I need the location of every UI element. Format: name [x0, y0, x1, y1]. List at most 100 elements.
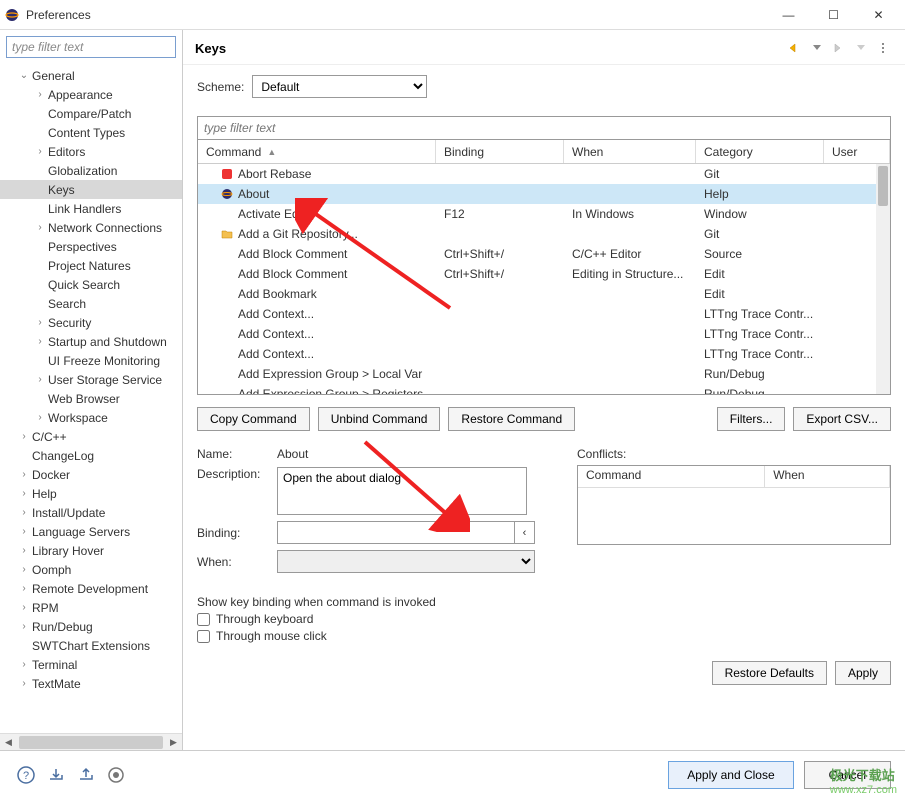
- tree-item[interactable]: ›Network Connections: [0, 218, 182, 237]
- tree-item[interactable]: ›Language Servers: [0, 522, 182, 541]
- tree-item[interactable]: ›Install/Update: [0, 503, 182, 522]
- record-icon[interactable]: [104, 763, 128, 787]
- sidebar-filter-input[interactable]: type filter text: [6, 36, 176, 58]
- back-dropdown-icon[interactable]: [807, 40, 827, 56]
- scroll-thumb[interactable]: [19, 736, 163, 749]
- tree-item[interactable]: ›Help: [0, 484, 182, 503]
- tree-item[interactable]: ·Globalization: [0, 161, 182, 180]
- column-when[interactable]: When: [564, 140, 696, 163]
- svg-text:?: ?: [23, 770, 29, 782]
- tree-item[interactable]: ›RPM: [0, 598, 182, 617]
- through-mouse-label: Through mouse click: [216, 629, 327, 643]
- export-icon[interactable]: [74, 763, 98, 787]
- tree-item[interactable]: ›Editors: [0, 142, 182, 161]
- tree-item[interactable]: ·Compare/Patch: [0, 104, 182, 123]
- filters-button[interactable]: Filters...: [717, 407, 786, 431]
- apply-button[interactable]: Apply: [835, 661, 891, 685]
- table-body[interactable]: Abort RebaseGitAboutHelpActivate EditorF…: [198, 164, 890, 394]
- column-user[interactable]: User: [824, 140, 890, 163]
- table-row[interactable]: Abort RebaseGit: [198, 164, 890, 184]
- through-keyboard-checkbox[interactable]: [197, 613, 210, 626]
- tree-item[interactable]: ›Terminal: [0, 655, 182, 674]
- table-row[interactable]: Add BookmarkEdit: [198, 284, 890, 304]
- column-category[interactable]: Category: [696, 140, 824, 163]
- dialog-footer: ? Apply and Close Cancel: [0, 750, 905, 798]
- table-row[interactable]: Add Block CommentCtrl+Shift+/Editing in …: [198, 264, 890, 284]
- table-row[interactable]: Add Context...LTTng Trace Contr...: [198, 324, 890, 344]
- cancel-button[interactable]: Cancel: [804, 761, 891, 789]
- preferences-tree[interactable]: ⌄General›Appearance·Compare/Patch·Conten…: [0, 64, 182, 733]
- tree-item[interactable]: ›Run/Debug: [0, 617, 182, 636]
- help-icon[interactable]: ?: [14, 763, 38, 787]
- tree-item[interactable]: ·Content Types: [0, 123, 182, 142]
- forward-dropdown-icon[interactable]: [851, 40, 871, 56]
- conflicts-table: Command When: [577, 465, 891, 545]
- binding-input[interactable]: [277, 521, 515, 544]
- tree-item[interactable]: ›Appearance: [0, 85, 182, 104]
- forward-icon[interactable]: [829, 40, 849, 56]
- tree-item[interactable]: ⌄General: [0, 66, 182, 85]
- tree-item[interactable]: ·Quick Search: [0, 275, 182, 294]
- export-csv-button[interactable]: Export CSV...: [793, 407, 891, 431]
- scroll-left-icon[interactable]: ◀: [0, 734, 17, 751]
- through-keyboard-label: Through keyboard: [216, 612, 313, 626]
- table-row[interactable]: Activate EditorF12In WindowsWindow: [198, 204, 890, 224]
- restore-defaults-button[interactable]: Restore Defaults: [712, 661, 827, 685]
- table-row[interactable]: Add Expression Group > RegistersRun/Debu…: [198, 384, 890, 394]
- menu-icon[interactable]: [873, 40, 893, 56]
- scheme-select[interactable]: Default: [252, 75, 427, 98]
- tree-item[interactable]: ›Remote Development: [0, 579, 182, 598]
- table-row[interactable]: Add Block CommentCtrl+Shift+/C/C++ Edito…: [198, 244, 890, 264]
- tree-item[interactable]: ›Startup and Shutdown: [0, 332, 182, 351]
- tree-item[interactable]: ·UI Freeze Monitoring: [0, 351, 182, 370]
- apply-and-close-button[interactable]: Apply and Close: [668, 761, 793, 789]
- tree-item[interactable]: ·Link Handlers: [0, 199, 182, 218]
- tree-item[interactable]: ·ChangeLog: [0, 446, 182, 465]
- copy-command-button[interactable]: Copy Command: [197, 407, 310, 431]
- tree-item[interactable]: ›Workspace: [0, 408, 182, 427]
- description-field[interactable]: [277, 467, 527, 515]
- maximize-button[interactable]: ☐: [811, 0, 856, 30]
- conflicts-label: Conflicts:: [577, 447, 891, 461]
- tree-item[interactable]: ·Keys: [0, 180, 182, 199]
- close-button[interactable]: ✕: [856, 0, 901, 30]
- column-binding[interactable]: Binding: [436, 140, 564, 163]
- sidebar: type filter text ⌄General›Appearance·Com…: [0, 30, 183, 750]
- minimize-button[interactable]: —: [766, 0, 811, 30]
- tree-item[interactable]: ›User Storage Service: [0, 370, 182, 389]
- table-filter-input[interactable]: [197, 116, 891, 140]
- when-select[interactable]: [277, 550, 535, 573]
- scroll-right-icon[interactable]: ▶: [165, 734, 182, 751]
- table-row[interactable]: AboutHelp: [198, 184, 890, 204]
- description-label: Description:: [197, 467, 277, 481]
- unbind-command-button[interactable]: Unbind Command: [318, 407, 441, 431]
- tree-item[interactable]: ·SWTChart Extensions: [0, 636, 182, 655]
- table-row[interactable]: Add a Git Repository...Git: [198, 224, 890, 244]
- back-icon[interactable]: [785, 40, 805, 56]
- table-row[interactable]: Add Context...LTTng Trace Contr...: [198, 304, 890, 324]
- page-title: Keys: [195, 41, 783, 56]
- import-icon[interactable]: [44, 763, 68, 787]
- tree-item[interactable]: ›Library Hover: [0, 541, 182, 560]
- through-mouse-checkbox[interactable]: [197, 630, 210, 643]
- tree-item[interactable]: ›Docker: [0, 465, 182, 484]
- restore-command-button[interactable]: Restore Command: [448, 407, 575, 431]
- tree-item[interactable]: ›Security: [0, 313, 182, 332]
- table-scrollbar[interactable]: [876, 164, 890, 394]
- sidebar-scrollbar[interactable]: ◀ ▶: [0, 733, 182, 750]
- binding-clear-button[interactable]: ‹: [515, 521, 535, 544]
- tree-item[interactable]: ·Perspectives: [0, 237, 182, 256]
- tree-item[interactable]: ›Oomph: [0, 560, 182, 579]
- tree-item[interactable]: ›C/C++: [0, 427, 182, 446]
- tree-item[interactable]: ·Project Natures: [0, 256, 182, 275]
- tree-item[interactable]: ›TextMate: [0, 674, 182, 693]
- conflicts-column-command[interactable]: Command: [578, 466, 765, 487]
- conflicts-column-when[interactable]: When: [765, 466, 890, 487]
- tree-item[interactable]: ·Search: [0, 294, 182, 313]
- table-row[interactable]: Add Expression Group > Local VarRun/Debu…: [198, 364, 890, 384]
- tree-item[interactable]: ·Web Browser: [0, 389, 182, 408]
- table-header: Command▲ Binding When Category User: [198, 140, 890, 164]
- binding-label: Binding:: [197, 526, 277, 540]
- column-command[interactable]: Command▲: [198, 140, 436, 163]
- table-row[interactable]: Add Context...LTTng Trace Contr...: [198, 344, 890, 364]
